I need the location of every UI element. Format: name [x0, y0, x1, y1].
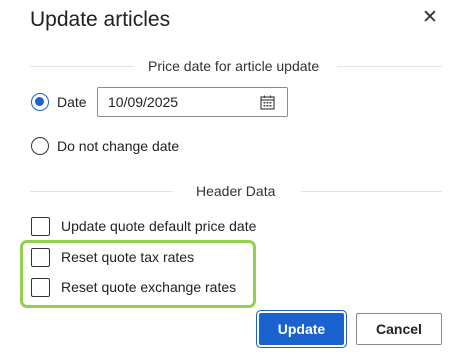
update-quote-price-date-label: Update quote default price date: [61, 218, 257, 234]
reset-tax-rates-checkbox[interactable]: [31, 247, 50, 267]
dialog-title: Update articles: [30, 8, 171, 31]
calendar-icon[interactable]: [260, 95, 275, 110]
date-option[interactable]: Date: [31, 90, 87, 114]
reset-exchange-rates-option[interactable]: Reset quote exchange rates: [31, 275, 236, 299]
update-articles-dialog: Update articles ✕ Price date for article…: [0, 0, 455, 358]
reset-tax-rates-label: Reset quote tax rates: [61, 249, 195, 265]
divider: [337, 66, 442, 67]
no-change-option[interactable]: Do not change date: [31, 134, 179, 158]
reset-exchange-rates-checkbox[interactable]: [31, 277, 50, 297]
no-change-radio-label: Do not change date: [57, 138, 180, 154]
update-quote-price-date-checkbox[interactable]: [31, 216, 50, 236]
update-quote-price-date-option[interactable]: Update quote default price date: [31, 214, 256, 238]
divider: [30, 191, 173, 192]
date-field[interactable]: [97, 87, 288, 117]
divider: [30, 66, 134, 67]
cancel-button[interactable]: Cancel: [356, 313, 442, 345]
date-radio[interactable]: [31, 93, 49, 111]
update-button[interactable]: Update: [259, 313, 344, 345]
date-input[interactable]: [108, 93, 248, 111]
price-date-section-title: Price date for article update: [148, 58, 320, 74]
no-change-radio[interactable]: [31, 137, 49, 155]
header-data-section-header: Header Data: [30, 181, 442, 201]
date-radio-label: Date: [57, 94, 87, 110]
reset-tax-rates-option[interactable]: Reset quote tax rates: [31, 245, 194, 269]
header-data-section-title: Header Data: [196, 183, 276, 199]
price-date-section-header: Price date for article update: [30, 56, 442, 76]
divider: [301, 191, 442, 192]
close-icon[interactable]: ✕: [418, 6, 442, 30]
reset-exchange-rates-label: Reset quote exchange rates: [61, 279, 237, 295]
